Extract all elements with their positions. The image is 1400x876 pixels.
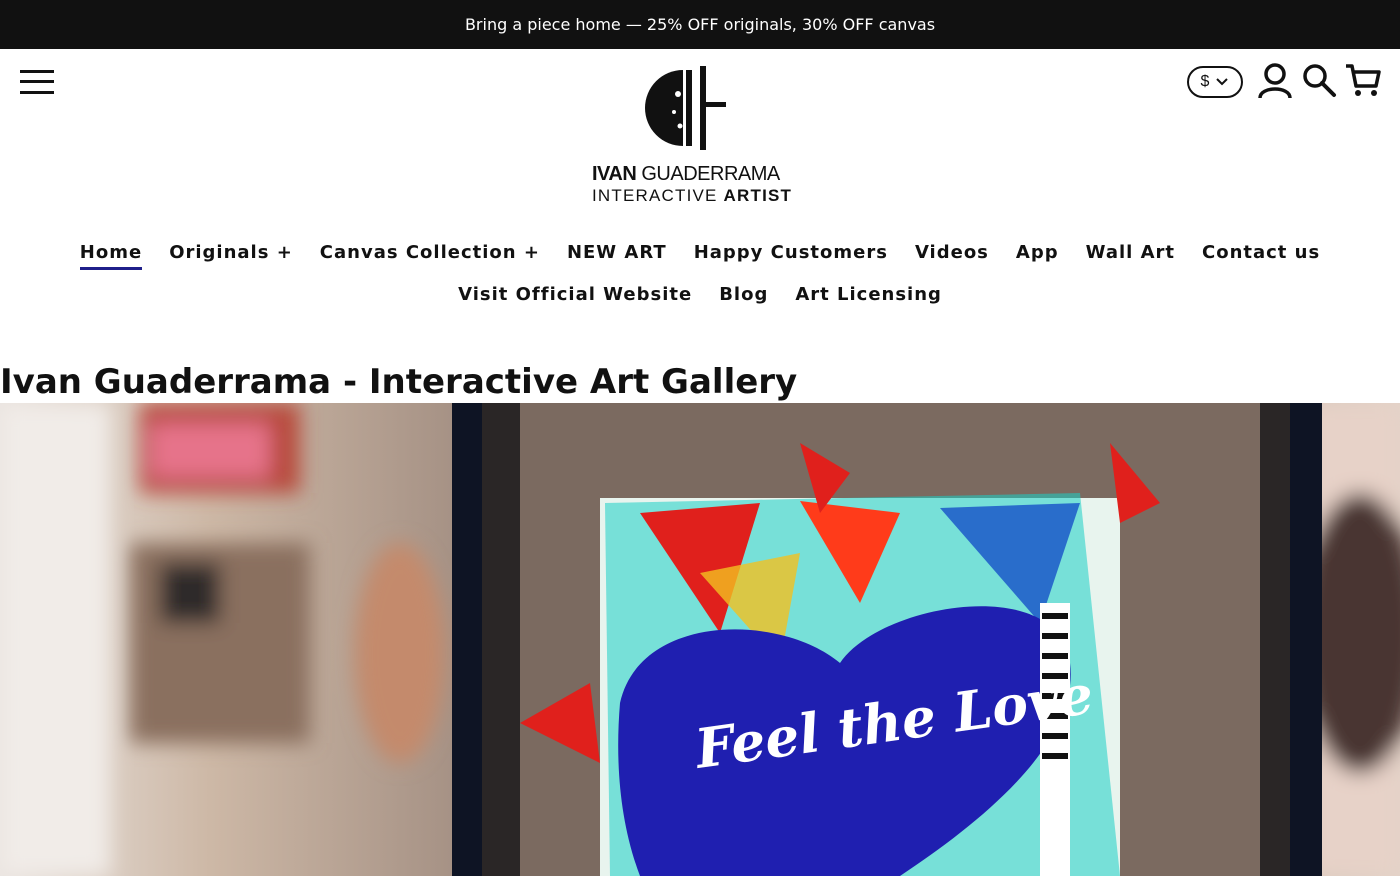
- main-nav-row1: Home Originals + Canvas Collection + NEW…: [0, 242, 1400, 270]
- nav-videos[interactable]: Videos: [915, 242, 989, 263]
- page-title: Ivan Guaderrama - Interactive Art Galler…: [0, 362, 798, 402]
- nav-originals[interactable]: Originals +: [169, 242, 293, 263]
- search-icon[interactable]: [1301, 62, 1337, 98]
- hero-video[interactable]: Feel the Love: [0, 403, 1400, 876]
- menu-icon[interactable]: [20, 68, 54, 96]
- logo-mark-icon: [645, 66, 726, 150]
- nav-app[interactable]: App: [1016, 242, 1059, 263]
- announcement-bar: Bring a piece home — 25% OFF originals, …: [0, 0, 1400, 49]
- cart-icon[interactable]: [1344, 62, 1382, 98]
- logo-tag-bold: ARTIST: [723, 186, 793, 205]
- chevron-down-icon: [1216, 78, 1229, 86]
- nav-new-art[interactable]: NEW ART: [567, 242, 667, 263]
- nav-visit-official-website[interactable]: Visit Official Website: [458, 284, 692, 305]
- currency-symbol: $: [1200, 73, 1210, 90]
- nav-blog[interactable]: Blog: [719, 284, 768, 305]
- nav-canvas-collection[interactable]: Canvas Collection +: [320, 242, 540, 263]
- logo-tag-rest: INTERACTIVE: [592, 186, 718, 205]
- site-logo[interactable]: IVAN GUADERRAMA INTERACTIVE ARTIST: [588, 64, 812, 209]
- currency-selector[interactable]: $: [1187, 66, 1243, 98]
- nav-contact-us[interactable]: Contact us: [1202, 242, 1320, 263]
- logo-name-rest: GUADERRAMA: [641, 163, 780, 185]
- nav-home[interactable]: Home: [79, 242, 143, 270]
- account-icon[interactable]: [1257, 62, 1293, 100]
- nav-happy-customers[interactable]: Happy Customers: [694, 242, 888, 263]
- nav-art-licensing[interactable]: Art Licensing: [795, 284, 942, 305]
- main-nav-row2: Visit Official Website Blog Art Licensin…: [0, 284, 1400, 305]
- announcement-text: Bring a piece home — 25% OFF originals, …: [464, 15, 936, 34]
- logo-name-bold: IVAN: [592, 163, 637, 185]
- nav-wall-art[interactable]: Wall Art: [1086, 242, 1175, 263]
- hero-image: Feel the Love: [0, 403, 1400, 876]
